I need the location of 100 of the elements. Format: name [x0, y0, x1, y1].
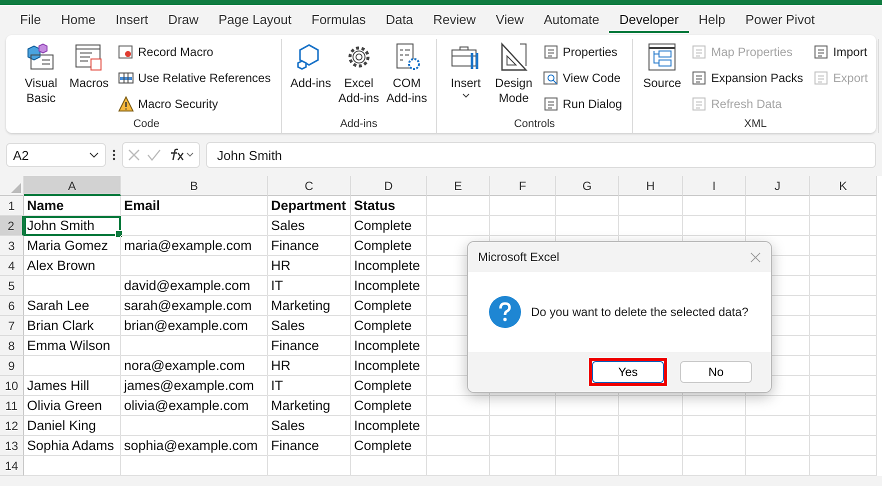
table-cell[interactable]	[619, 456, 683, 476]
table-cell[interactable]: Department	[268, 196, 351, 216]
ribbon-button[interactable]: Source	[639, 39, 686, 118]
table-cell[interactable]	[427, 216, 490, 236]
table-cell[interactable]	[810, 456, 877, 476]
table-cell[interactable]: Complete	[351, 436, 427, 456]
table-cell[interactable]: Finance	[268, 436, 351, 456]
table-cell[interactable]: Name	[24, 196, 121, 216]
table-cell[interactable]	[810, 276, 877, 296]
table-cell[interactable]	[746, 456, 810, 476]
table-cell[interactable]	[810, 356, 877, 376]
table-cell[interactable]	[619, 416, 683, 436]
table-cell[interactable]: Email	[121, 196, 268, 216]
table-cell[interactable]	[746, 436, 810, 456]
dialog-button[interactable]: No	[680, 361, 752, 383]
ribbon-button[interactable]: Add-ins	[288, 39, 334, 118]
table-cell[interactable]	[121, 216, 268, 236]
ribbon-tab[interactable]: Data	[376, 8, 424, 32]
table-cell[interactable]	[427, 436, 490, 456]
table-cell[interactable]	[810, 196, 877, 216]
name-box[interactable]: A2	[6, 143, 106, 167]
table-cell[interactable]: Incomplete	[351, 336, 427, 356]
table-cell[interactable]: HR	[268, 256, 351, 276]
ribbon-tab[interactable]: Formulas	[302, 8, 376, 32]
close-icon[interactable]	[750, 252, 761, 262]
column-header[interactable]: B	[121, 176, 268, 196]
table-cell[interactable]	[810, 376, 877, 396]
table-cell[interactable]: Olivia Green	[24, 396, 121, 416]
table-cell[interactable]	[121, 416, 268, 436]
ribbon-tab[interactable]: Draw	[158, 8, 208, 32]
ribbon-button[interactable]: Run Dialog	[542, 93, 622, 114]
table-cell[interactable]: Status	[351, 196, 427, 216]
column-header[interactable]: G	[556, 176, 619, 196]
row-header[interactable]: 11	[0, 396, 24, 416]
table-cell[interactable]	[490, 216, 556, 236]
row-header[interactable]: 14	[0, 456, 24, 476]
table-cell[interactable]: Complete	[351, 296, 427, 316]
table-cell[interactable]	[556, 216, 619, 236]
column-header[interactable]: K	[810, 176, 877, 196]
table-cell[interactable]	[810, 436, 877, 456]
table-cell[interactable]: Marketing	[268, 296, 351, 316]
table-cell[interactable]	[683, 396, 746, 416]
ribbon-tab[interactable]: Help	[688, 8, 736, 32]
ribbon-button[interactable]: Insert	[442, 39, 489, 118]
table-cell[interactable]: Complete	[351, 236, 427, 256]
ribbon-tab[interactable]: File	[10, 8, 51, 32]
formula-input[interactable]: John Smith	[206, 142, 876, 168]
table-cell[interactable]	[810, 256, 877, 276]
table-cell[interactable]	[746, 196, 810, 216]
column-header[interactable]: A	[24, 176, 121, 196]
table-cell[interactable]: Sophia Adams	[24, 436, 121, 456]
row-header[interactable]: 6	[0, 296, 24, 316]
table-cell[interactable]	[556, 396, 619, 416]
table-cell[interactable]	[268, 456, 351, 476]
table-cell[interactable]	[24, 356, 121, 376]
table-cell[interactable]: Daniel King	[24, 416, 121, 436]
column-header[interactable]: F	[490, 176, 556, 196]
table-cell[interactable]	[810, 216, 877, 236]
table-cell[interactable]: Sarah Lee	[24, 296, 121, 316]
table-cell[interactable]: Sales	[268, 316, 351, 336]
table-cell[interactable]: Brian Clark	[24, 316, 121, 336]
table-cell[interactable]	[427, 396, 490, 416]
row-header[interactable]: 1	[0, 196, 24, 216]
table-cell[interactable]	[556, 416, 619, 436]
table-cell[interactable]: Complete	[351, 376, 427, 396]
table-cell[interactable]	[683, 456, 746, 476]
table-cell[interactable]: Finance	[268, 236, 351, 256]
more-icon[interactable]	[112, 148, 116, 162]
table-cell[interactable]: james@example.com	[121, 376, 268, 396]
ribbon-tab[interactable]: Page Layout	[208, 8, 302, 32]
ribbon-tab[interactable]: Power Pivot	[735, 8, 825, 32]
table-cell[interactable]	[427, 196, 490, 216]
table-cell[interactable]	[619, 196, 683, 216]
column-header[interactable]: J	[746, 176, 810, 196]
table-cell[interactable]	[619, 396, 683, 416]
ribbon-button[interactable]: COM Add-ins	[384, 39, 430, 118]
ribbon-tab[interactable]: Insert	[106, 8, 158, 32]
table-cell[interactable]	[810, 396, 877, 416]
table-cell[interactable]: sarah@example.com	[121, 296, 268, 316]
table-cell[interactable]: Incomplete	[351, 256, 427, 276]
table-cell[interactable]: Incomplete	[351, 276, 427, 296]
table-cell[interactable]	[351, 456, 427, 476]
table-cell[interactable]: maria@example.com	[121, 236, 268, 256]
table-cell[interactable]: Incomplete	[351, 356, 427, 376]
table-cell[interactable]	[490, 196, 556, 216]
row-header[interactable]: 2	[0, 216, 24, 236]
row-header[interactable]: 12	[0, 416, 24, 436]
ribbon-button[interactable]: Record Macro	[118, 41, 271, 62]
table-cell[interactable]: Marketing	[268, 396, 351, 416]
ribbon-button[interactable]: Use Relative References	[118, 67, 271, 88]
table-cell[interactable]: nora@example.com	[121, 356, 268, 376]
row-header[interactable]: 10	[0, 376, 24, 396]
table-cell[interactable]	[810, 336, 877, 356]
table-cell[interactable]	[810, 236, 877, 256]
table-cell[interactable]	[121, 456, 268, 476]
table-cell[interactable]: John Smith	[24, 216, 121, 236]
column-header[interactable]: H	[619, 176, 683, 196]
table-cell[interactable]: HR	[268, 356, 351, 376]
table-cell[interactable]	[556, 456, 619, 476]
table-cell[interactable]: sophia@example.com	[121, 436, 268, 456]
